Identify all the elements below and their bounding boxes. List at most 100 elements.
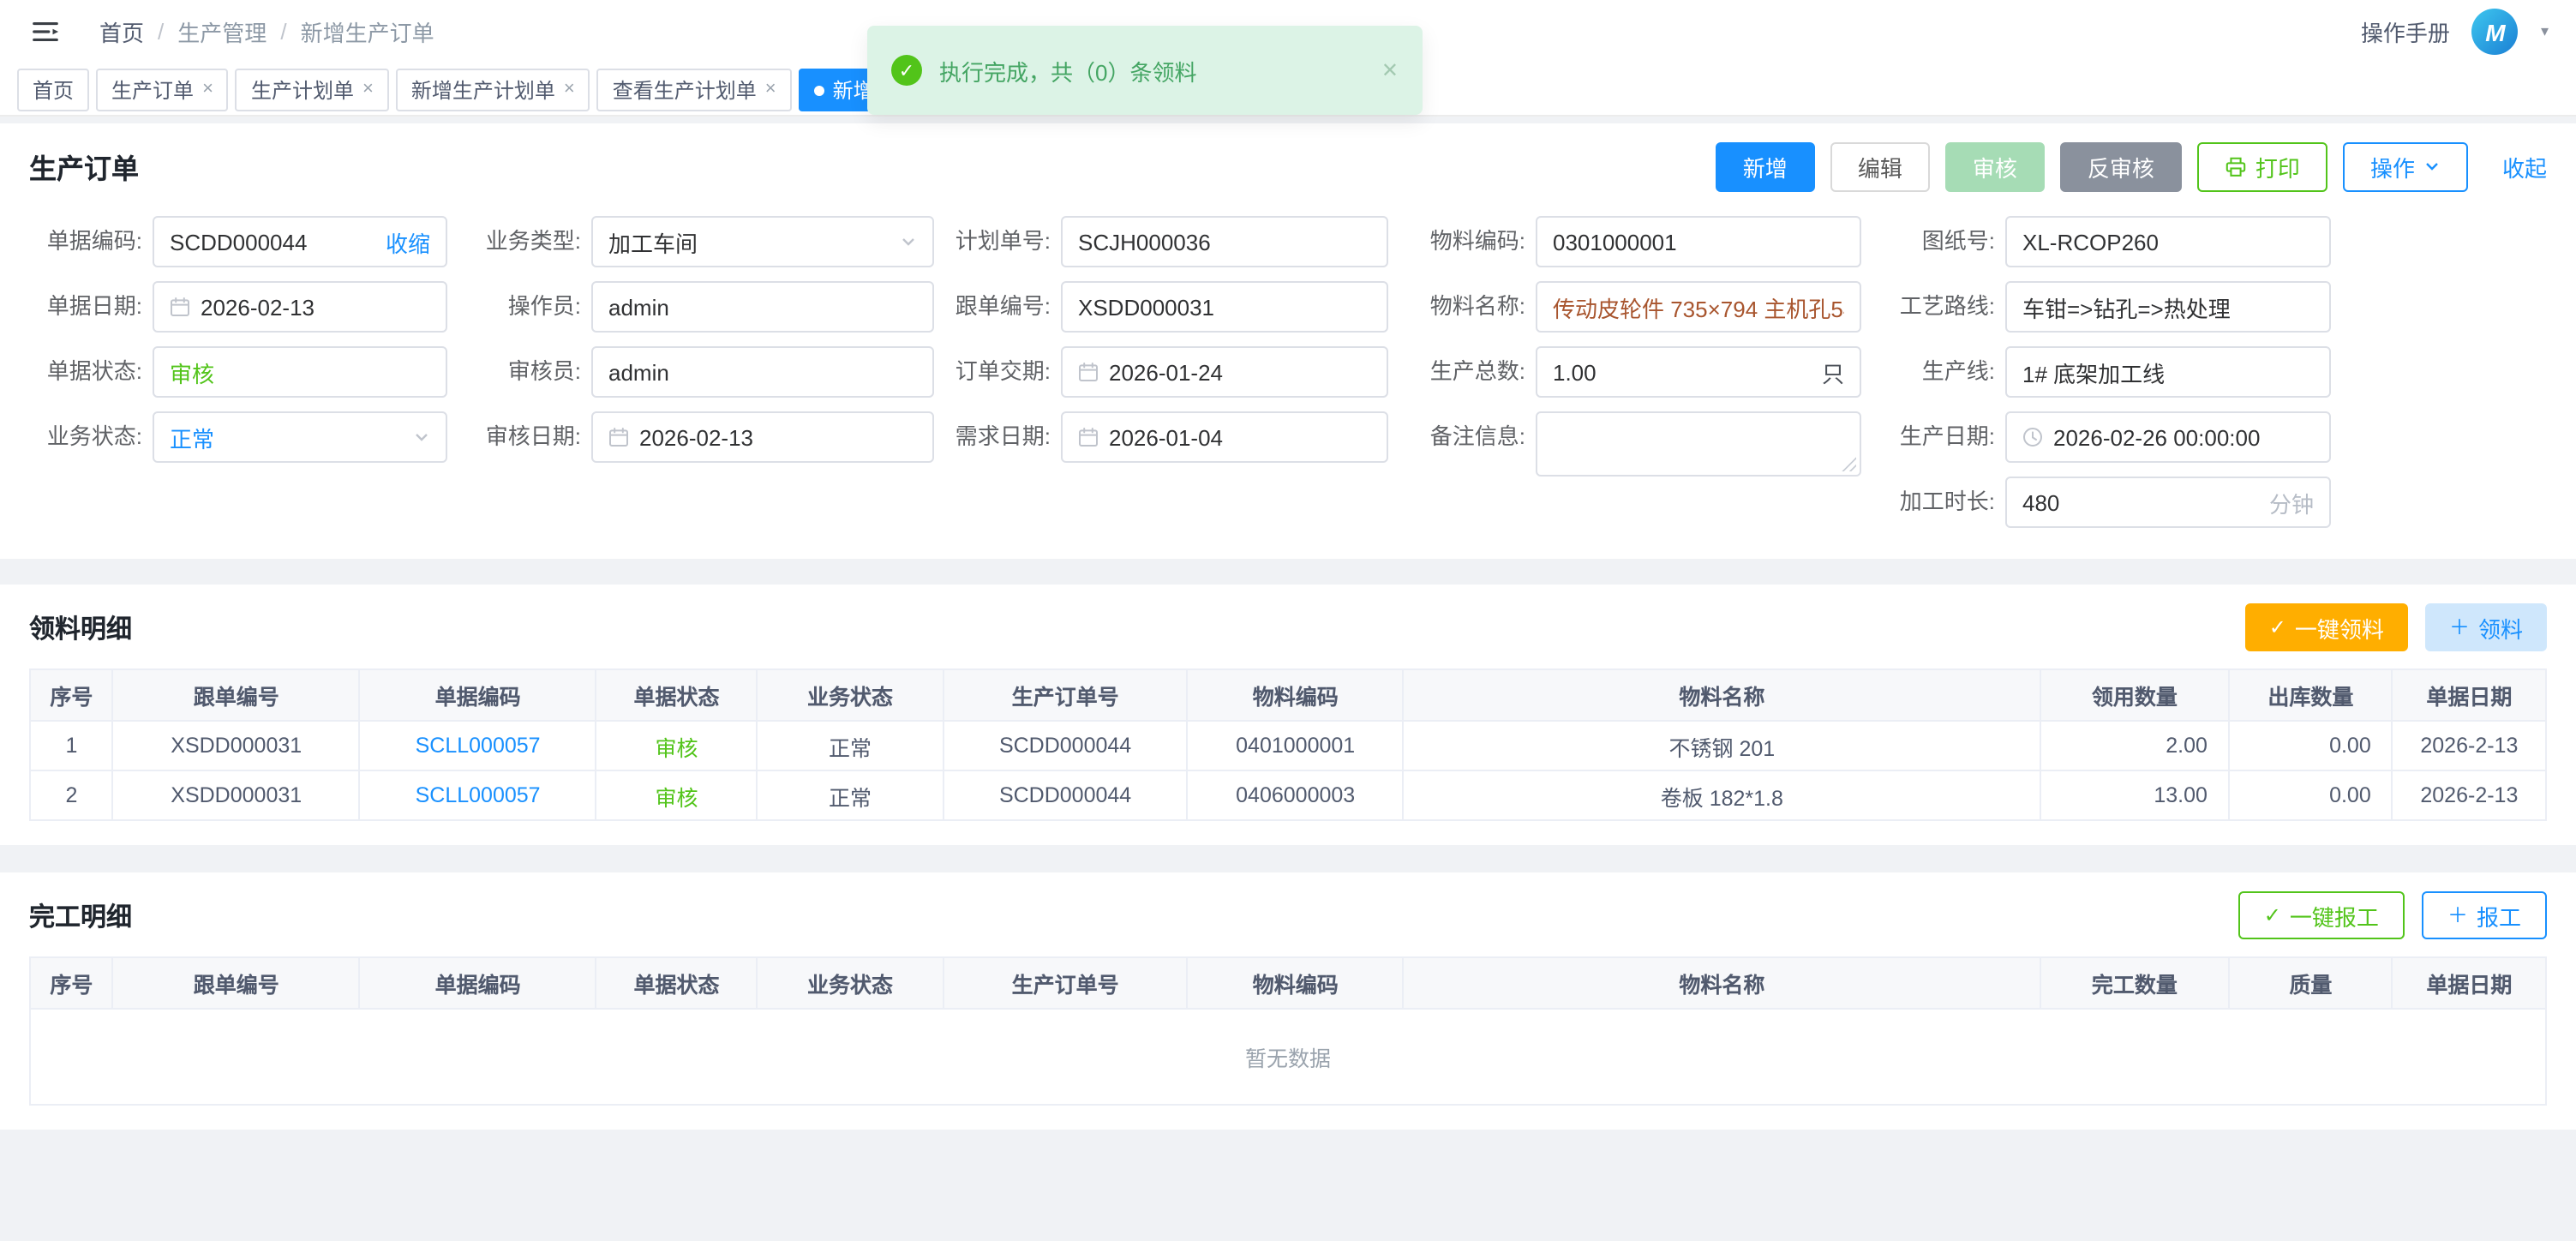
field-value: XL-RCOP260 bbox=[2022, 229, 2159, 255]
table-cell: 13.00 bbox=[2040, 770, 2229, 820]
column-header: 质量 bbox=[2229, 957, 2393, 1009]
material-code-input[interactable]: 0301000001 bbox=[1536, 216, 1861, 267]
route-input[interactable]: 车钳=>钻孔=>热处理 bbox=[2005, 281, 2331, 333]
order-code-input[interactable]: SCDD000044 收缩 bbox=[153, 216, 447, 267]
plan-no-input[interactable]: SCJH000036 bbox=[1061, 216, 1388, 267]
table-cell: 0401000001 bbox=[1187, 721, 1403, 770]
quick-pick-button[interactable]: ✓ 一键领料 bbox=[2245, 603, 2408, 651]
delivery-date-input[interactable]: 2026-01-24 bbox=[1061, 346, 1388, 398]
breadcrumb-section[interactable]: 生产管理 bbox=[177, 15, 267, 48]
unit-suffix: 分钟 bbox=[2269, 486, 2314, 519]
table-row[interactable]: 2XSDD000031SCLL000057审核正常SCDD00004404060… bbox=[30, 770, 2546, 820]
tracking-no-input[interactable]: XSDD000031 bbox=[1061, 281, 1388, 333]
print-label: 打印 bbox=[2255, 150, 2300, 183]
breadcrumb-separator: / bbox=[158, 19, 164, 45]
material-section-title: 领料明细 bbox=[29, 609, 132, 645]
audit-button[interactable]: 审核 bbox=[1945, 141, 2045, 191]
unaudit-button[interactable]: 反审核 bbox=[2060, 141, 2182, 191]
field-label: 操作员: bbox=[447, 281, 591, 333]
field-value: 2026-01-24 bbox=[1109, 359, 1223, 385]
tab-view-production-plan[interactable]: 查看生产计划单× bbox=[597, 69, 792, 111]
order-status-input[interactable]: 审核 bbox=[153, 346, 447, 398]
breadcrumb-home[interactable]: 首页 bbox=[99, 15, 144, 48]
total-qty-input[interactable]: 1.00 只 bbox=[1536, 346, 1861, 398]
chevron-down-icon[interactable]: ▾ bbox=[2541, 22, 2549, 41]
auditor-input[interactable]: admin bbox=[591, 346, 934, 398]
material-name-input[interactable]: 传动皮轮件 735×794 主机孔54 bbox=[1536, 281, 1861, 333]
material-section: 领料明细 ✓ 一键领料 ＋ 领料 序号跟单编号单据编码单据状态业务状态生产订单号… bbox=[0, 585, 2576, 845]
table-row[interactable]: 1XSDD000031SCLL000057审核正常SCDD00004404010… bbox=[30, 721, 2546, 770]
close-icon[interactable]: × bbox=[765, 81, 776, 99]
print-button[interactable]: 打印 bbox=[2197, 141, 2327, 191]
field-value: 2026-02-26 00:00:00 bbox=[2053, 424, 2260, 450]
column-header: 序号 bbox=[30, 669, 113, 721]
collapse-panel-link[interactable]: 收起 bbox=[2502, 150, 2547, 183]
add-button[interactable]: 新增 bbox=[1716, 141, 1815, 191]
report-button[interactable]: ＋ 报工 bbox=[2422, 891, 2547, 939]
column-header: 序号 bbox=[30, 957, 113, 1009]
tab-production-order[interactable]: 生产订单× bbox=[96, 69, 229, 111]
drawing-no-input[interactable]: XL-RCOP260 bbox=[2005, 216, 2331, 267]
avatar[interactable]: M bbox=[2472, 9, 2519, 55]
column-header: 生产订单号 bbox=[944, 957, 1188, 1009]
completion-section: 完工明细 ✓ 一键报工 ＋ 报工 序号跟单编号单据编码单据状态业务状态生产订单号… bbox=[0, 872, 2576, 1130]
tab-add-production-plan[interactable]: 新增生产计划单× bbox=[396, 69, 590, 111]
plus-icon: ＋ bbox=[2447, 905, 2468, 926]
order-card: 生产订单 新增 编辑 审核 反审核 打印 操作 收起 bbox=[0, 123, 2576, 559]
action-dropdown-button[interactable]: 操作 bbox=[2343, 141, 2468, 191]
field-label: 计划单号: bbox=[934, 216, 1061, 267]
plus-icon: ＋ bbox=[2449, 617, 2470, 638]
form-column: 图纸号: XL-RCOP260 工艺路线: 车钳=>钻孔=>热处理 生产线: 1… bbox=[1861, 216, 2331, 542]
resize-grip[interactable] bbox=[1841, 456, 1856, 471]
shrink-link[interactable]: 收缩 bbox=[386, 225, 430, 258]
success-toast: ✓ 执行完成，共（0）条领料 ✕ bbox=[867, 26, 1423, 115]
close-icon[interactable]: × bbox=[362, 81, 374, 99]
operator-input[interactable]: admin bbox=[591, 281, 934, 333]
field-value: SCJH000036 bbox=[1078, 229, 1211, 255]
tab-home[interactable]: 首页 bbox=[17, 69, 89, 111]
column-header: 物料编码 bbox=[1187, 669, 1403, 721]
action-label: 操作 bbox=[2370, 150, 2415, 183]
collapse-menu-icon[interactable] bbox=[27, 15, 62, 49]
completion-table: 序号跟单编号单据编码单据状态业务状态生产订单号物料编码物料名称完工数量质量单据日… bbox=[29, 956, 2547, 1106]
close-icon[interactable]: × bbox=[564, 81, 575, 99]
biz-status-select[interactable]: 正常 bbox=[153, 411, 447, 463]
quick-report-button[interactable]: ✓ 一键报工 bbox=[2238, 891, 2405, 939]
document-code-link[interactable]: SCLL000057 bbox=[360, 721, 596, 770]
chevron-down-icon bbox=[413, 429, 430, 446]
field-label: 跟单编号: bbox=[934, 281, 1061, 333]
field-value: XSDD000031 bbox=[1078, 294, 1214, 320]
tab-production-plan[interactable]: 生产计划单 × bbox=[236, 69, 389, 111]
order-card-header: 生产订单 新增 编辑 审核 反审核 打印 操作 收起 bbox=[29, 141, 2547, 192]
column-header: 出库数量 bbox=[2229, 669, 2393, 721]
breadcrumb-separator: / bbox=[280, 19, 286, 45]
table-cell: 0.00 bbox=[2229, 721, 2393, 770]
table-cell: 不锈钢 201 bbox=[1404, 721, 2040, 770]
check-icon: ✓ bbox=[2264, 905, 2281, 926]
field-label: 需求日期: bbox=[934, 411, 1061, 463]
close-icon[interactable]: × bbox=[202, 81, 213, 99]
field-label: 物料名称: bbox=[1388, 281, 1536, 333]
production-line-input[interactable]: 1# 底架加工线 bbox=[2005, 346, 2331, 398]
order-form: 单据编码: SCDD000044 收缩 单据日期: 2026-02-13 单据状… bbox=[29, 216, 2547, 542]
field-value: admin bbox=[608, 359, 669, 385]
edit-button[interactable]: 编辑 bbox=[1830, 141, 1930, 191]
pick-button[interactable]: ＋ 领料 bbox=[2425, 603, 2547, 651]
completion-section-header: 完工明细 ✓ 一键报工 ＋ 报工 bbox=[29, 890, 2547, 941]
remark-textarea[interactable] bbox=[1536, 411, 1861, 477]
production-date-input[interactable]: 2026-02-26 00:00:00 bbox=[2005, 411, 2331, 463]
tab-label: 生产计划单 bbox=[251, 75, 354, 105]
form-column: 计划单号: SCJH000036 跟单编号: XSDD000031 订单交期: bbox=[934, 216, 1388, 542]
field-value: 传动皮轮件 735×794 主机孔54 bbox=[1553, 291, 1844, 323]
toast-close-icon[interactable]: ✕ bbox=[1381, 58, 1399, 82]
audit-date-input[interactable]: 2026-02-13 bbox=[591, 411, 934, 463]
manual-link[interactable]: 操作手册 bbox=[2361, 15, 2450, 48]
column-header: 领用数量 bbox=[2040, 669, 2229, 721]
chevron-down-icon bbox=[900, 233, 917, 250]
biz-type-select[interactable]: 加工车间 bbox=[591, 216, 934, 267]
report-label: 报工 bbox=[2477, 899, 2521, 932]
demand-date-input[interactable]: 2026-01-04 bbox=[1061, 411, 1388, 463]
order-date-input[interactable]: 2026-02-13 bbox=[153, 281, 447, 333]
duration-input[interactable]: 480 分钟 bbox=[2005, 477, 2331, 528]
document-code-link[interactable]: SCLL000057 bbox=[360, 770, 596, 820]
